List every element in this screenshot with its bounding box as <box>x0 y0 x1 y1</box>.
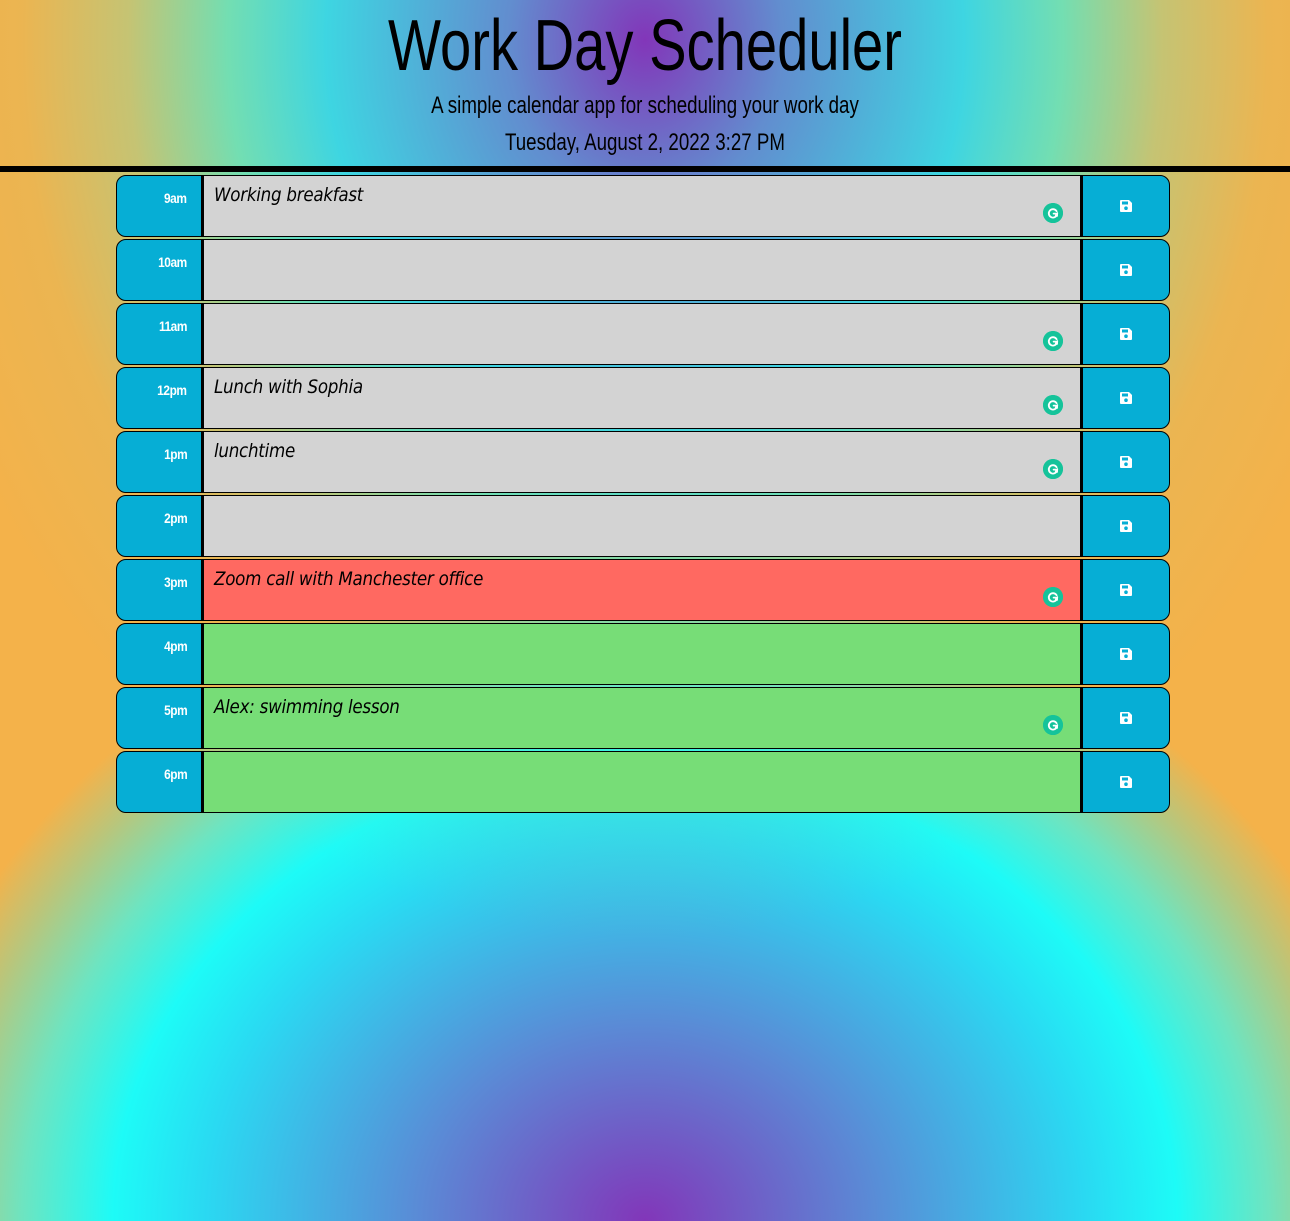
save-button[interactable] <box>1082 559 1170 621</box>
save-button[interactable] <box>1082 367 1170 429</box>
floppy-disk-icon <box>1120 584 1132 596</box>
floppy-disk-icon <box>1120 520 1132 532</box>
floppy-disk-icon <box>1120 648 1132 660</box>
grammarly-icon[interactable] <box>1043 203 1063 223</box>
floppy-disk-icon <box>1120 712 1132 724</box>
floppy-disk-icon <box>1120 264 1132 276</box>
time-block-row: 4pm <box>116 623 1172 685</box>
hour-text: 11am <box>158 318 188 334</box>
event-description-textarea[interactable]: Zoom call with Manchester office <box>202 559 1082 621</box>
floppy-disk-icon <box>1120 328 1132 340</box>
event-description-textarea[interactable] <box>202 623 1082 685</box>
grammarly-icon[interactable] <box>1043 331 1063 351</box>
event-description-textarea[interactable] <box>202 239 1082 301</box>
time-block-row: 1pm lunchtime <box>116 431 1172 493</box>
time-block-row: 6pm <box>116 751 1172 813</box>
hour-label: 9am <box>116 175 202 237</box>
hour-label: 12pm <box>116 367 202 429</box>
floppy-disk-icon <box>1120 776 1132 788</box>
save-button[interactable] <box>1082 175 1170 237</box>
event-text: Alex: swimming lesson <box>214 696 400 718</box>
hour-text: 2pm <box>163 510 188 526</box>
event-description-textarea[interactable]: Working breakfast <box>202 175 1082 237</box>
hour-label: 6pm <box>116 751 202 813</box>
time-block-row: 2pm <box>116 495 1172 557</box>
time-block-row: 10am <box>116 239 1172 301</box>
save-button[interactable] <box>1082 239 1170 301</box>
save-button[interactable] <box>1082 303 1170 365</box>
hour-label: 2pm <box>116 495 202 557</box>
event-description-textarea[interactable] <box>202 303 1082 365</box>
hour-label: 3pm <box>116 559 202 621</box>
hour-label: 10am <box>116 239 202 301</box>
save-button[interactable] <box>1082 623 1170 685</box>
event-description-textarea[interactable]: lunchtime <box>202 431 1082 493</box>
hour-text: 9am <box>164 190 187 206</box>
jumbotron-header: Work Day Scheduler A simple calendar app… <box>0 0 1290 172</box>
hour-text: 5pm <box>163 702 188 718</box>
event-description-textarea[interactable] <box>202 751 1082 813</box>
event-description-textarea[interactable]: Lunch with Sophia <box>202 367 1082 429</box>
hour-label: 5pm <box>116 687 202 749</box>
time-block-row: 9am Working breakfast <box>116 175 1172 237</box>
event-text: Working breakfast <box>214 184 364 206</box>
time-block-row: 12pm Lunch with Sophia <box>116 367 1172 429</box>
event-description-textarea[interactable]: Alex: swimming lesson <box>202 687 1082 749</box>
hour-text: 1pm <box>163 446 188 462</box>
hour-text: 4pm <box>163 638 188 654</box>
floppy-disk-icon <box>1120 200 1132 212</box>
hour-label: 11am <box>116 303 202 365</box>
grammarly-icon[interactable] <box>1043 459 1063 479</box>
floppy-disk-icon <box>1120 456 1132 468</box>
hour-text: 12pm <box>157 382 188 398</box>
grammarly-icon[interactable] <box>1043 395 1063 415</box>
hour-text: 10am <box>158 254 187 270</box>
hour-label: 4pm <box>116 623 202 685</box>
hour-label: 1pm <box>116 431 202 493</box>
current-date: Tuesday, August 2, 2022 3:27 PM <box>505 129 785 156</box>
grammarly-icon[interactable] <box>1043 587 1063 607</box>
time-block-container: 9am Working breakfast 10am 11am 12pm Lunch wi… <box>116 175 1172 815</box>
time-block-row: 11am <box>116 303 1172 365</box>
event-text: lunchtime <box>214 440 296 462</box>
save-button[interactable] <box>1082 687 1170 749</box>
event-text: Zoom call with Manchester office <box>214 568 484 590</box>
time-block-row: 5pm Alex: swimming lesson <box>116 687 1172 749</box>
event-text: Lunch with Sophia <box>214 376 363 398</box>
hour-text: 6pm <box>163 766 188 782</box>
page-subtitle: A simple calendar app for scheduling you… <box>431 92 859 119</box>
save-button[interactable] <box>1082 751 1170 813</box>
page-title: Work Day Scheduler <box>388 6 902 86</box>
time-block-row: 3pm Zoom call with Manchester office <box>116 559 1172 621</box>
floppy-disk-icon <box>1120 392 1132 404</box>
save-button[interactable] <box>1082 431 1170 493</box>
hour-text: 3pm <box>163 574 188 590</box>
save-button[interactable] <box>1082 495 1170 557</box>
grammarly-icon[interactable] <box>1043 715 1063 735</box>
event-description-textarea[interactable] <box>202 495 1082 557</box>
